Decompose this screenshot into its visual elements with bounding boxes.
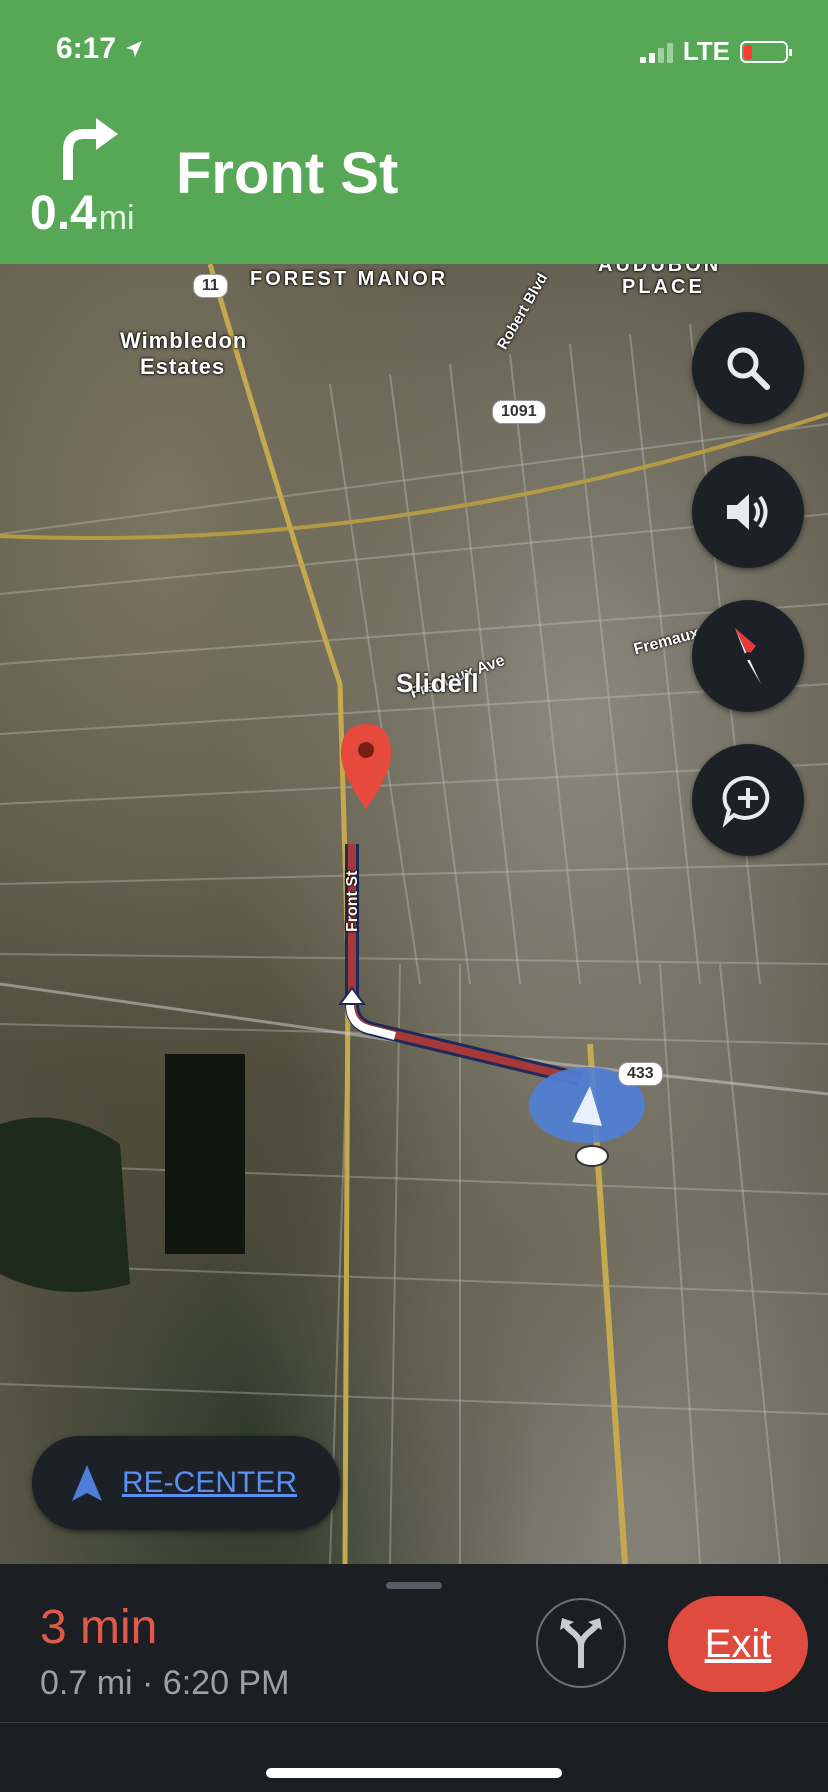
signal-strength-icon bbox=[639, 41, 673, 63]
add-report-icon bbox=[722, 775, 770, 828]
compass-icon bbox=[735, 628, 761, 684]
add-report-button[interactable] bbox=[692, 744, 804, 856]
map-label-front-st: Front St bbox=[344, 870, 361, 932]
trip-panel: 3 min 0.7 mi · 6:20 PM Exit bbox=[0, 1564, 828, 1792]
distance-unit: mi bbox=[98, 199, 135, 237]
alternate-routes-button[interactable] bbox=[536, 1598, 626, 1688]
highway-shield-1091: 1091 bbox=[492, 400, 546, 424]
home-indicator[interactable] bbox=[266, 1768, 562, 1778]
road-network bbox=[0, 264, 828, 1564]
distance-value: 0.4 bbox=[30, 187, 97, 240]
exit-button[interactable]: Exit bbox=[668, 1596, 808, 1692]
compass-button[interactable] bbox=[692, 600, 804, 712]
eta-time: 3 min bbox=[40, 1601, 158, 1654]
trip-details: 0.7 mi · 6:20 PM bbox=[40, 1664, 290, 1702]
search-icon bbox=[727, 347, 770, 390]
map-label-forest-manor: FOREST MANOR bbox=[250, 268, 449, 290]
map-view[interactable]: FOREST MANOR AUDUBON PLACE Wimbledon Est… bbox=[0, 264, 828, 1564]
location-arrow-icon bbox=[126, 41, 143, 57]
status-bar-indicators: LTE bbox=[639, 36, 792, 67]
maneuver-distance: 0.4mi bbox=[30, 186, 135, 241]
drag-handle[interactable] bbox=[386, 1582, 442, 1589]
map-label-estates: Estates bbox=[140, 354, 226, 379]
turn-right-icon bbox=[63, 118, 118, 180]
panel-divider bbox=[0, 1722, 828, 1723]
carrier-label: LTE bbox=[682, 36, 730, 66]
highway-shield-433: 433 bbox=[618, 1062, 663, 1086]
map-label-slidell: Slidell bbox=[396, 668, 480, 698]
map-label-wimbledon: Wimbledon bbox=[120, 328, 248, 353]
clock: 6:17 bbox=[56, 32, 117, 65]
navigation-arrow-icon bbox=[72, 1465, 102, 1501]
navigation-header: 6:17 LTE 0.4mi Front St bbox=[0, 0, 828, 264]
volume-button[interactable] bbox=[692, 456, 804, 568]
route-options-icon bbox=[560, 1618, 602, 1668]
destination-pin-icon bbox=[341, 724, 391, 809]
next-street-name: Front St bbox=[176, 141, 399, 206]
search-button[interactable] bbox=[692, 312, 804, 424]
map-label-place: PLACE bbox=[622, 276, 705, 298]
highway-shield-11: 11 bbox=[193, 274, 228, 298]
recenter-label: RE-CENTER bbox=[122, 1466, 298, 1499]
status-bar-time: 6:17 bbox=[56, 32, 144, 66]
battery-icon bbox=[740, 40, 792, 63]
volume-icon bbox=[727, 494, 768, 530]
recenter-button[interactable]: RE-CENTER bbox=[32, 1436, 340, 1530]
